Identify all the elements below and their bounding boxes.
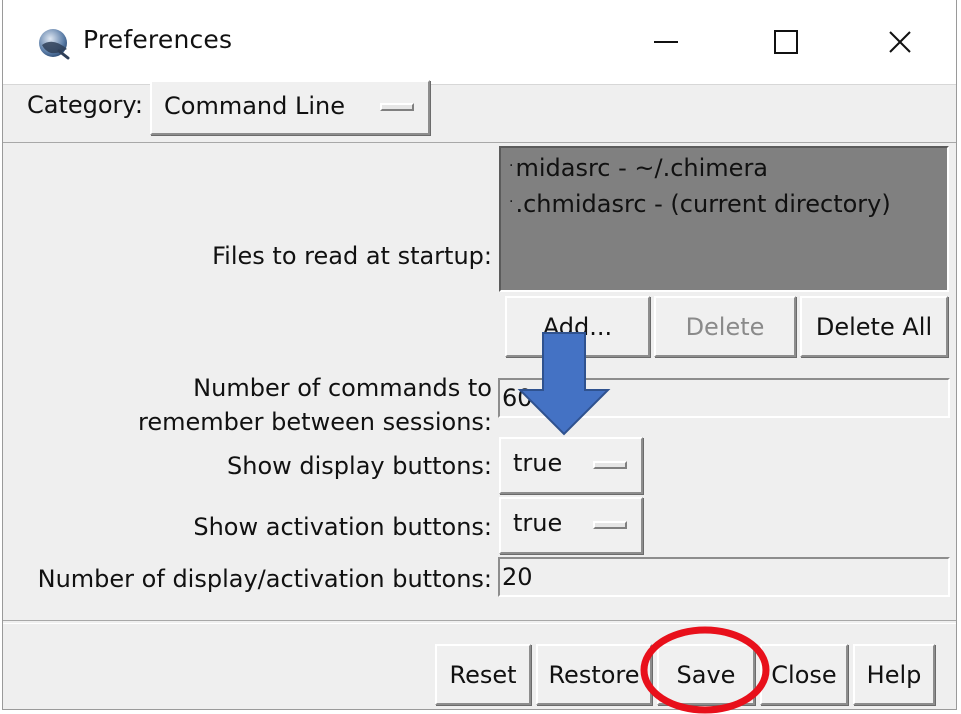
startup-files-list[interactable]: ·midasrc - ~/.chimera ·.chmidasrc - (cur…: [499, 146, 949, 292]
preferences-window: Preferences Category: Command Line Files…: [2, 0, 957, 710]
delete-file-button[interactable]: Delete: [654, 296, 796, 357]
display-buttons-label: Show display buttons:: [227, 452, 492, 480]
close-window-button[interactable]: [861, 14, 939, 70]
minimize-icon: [654, 41, 678, 43]
option-menu-indicator-icon: [593, 461, 627, 469]
save-button[interactable]: Save: [657, 644, 755, 705]
option-menu-indicator-icon: [593, 521, 627, 529]
list-item[interactable]: ·midasrc - ~/.chimera: [509, 154, 768, 182]
num-buttons-label: Number of display/activation buttons:: [37, 565, 492, 593]
startup-files-label: Files to read at startup:: [212, 242, 492, 270]
restore-button[interactable]: Restore: [536, 644, 652, 705]
maximize-button[interactable]: [747, 14, 825, 70]
add-file-button[interactable]: Add...: [505, 296, 650, 357]
commands-remember-label: Number of commands to remember between s…: [138, 371, 492, 439]
category-label: Category:: [27, 91, 143, 119]
close-icon: [889, 31, 911, 53]
activation-buttons-value: true: [513, 509, 563, 537]
commands-remember-label-line1: Number of commands to: [193, 374, 492, 402]
delete-all-files-button[interactable]: Delete All: [800, 296, 948, 357]
category-menu-button[interactable]: Command Line: [150, 80, 430, 135]
category-bar: [3, 84, 956, 143]
activation-buttons-label: Show activation buttons:: [193, 513, 492, 541]
maximize-icon: [774, 30, 798, 54]
activation-buttons-menu[interactable]: true: [499, 497, 643, 554]
commands-remember-input[interactable]: [498, 378, 950, 418]
footer-separator: [3, 620, 956, 624]
chimera-logo-icon: [39, 29, 70, 60]
num-buttons-input[interactable]: [498, 557, 950, 597]
commands-remember-label-line2: remember between sessions:: [138, 408, 492, 436]
display-buttons-value: true: [513, 449, 563, 477]
reset-button[interactable]: Reset: [435, 644, 531, 705]
window-title: Preferences: [83, 25, 233, 54]
display-buttons-menu[interactable]: true: [499, 437, 643, 494]
minimize-button[interactable]: [627, 14, 705, 70]
category-selected-value: Command Line: [164, 92, 345, 120]
help-button[interactable]: Help: [853, 644, 935, 705]
option-menu-indicator-icon: [380, 103, 414, 111]
list-item[interactable]: ·.chmidasrc - (current directory): [509, 190, 891, 218]
title-bar[interactable]: Preferences: [3, 0, 956, 84]
close-button[interactable]: Close: [760, 644, 848, 705]
